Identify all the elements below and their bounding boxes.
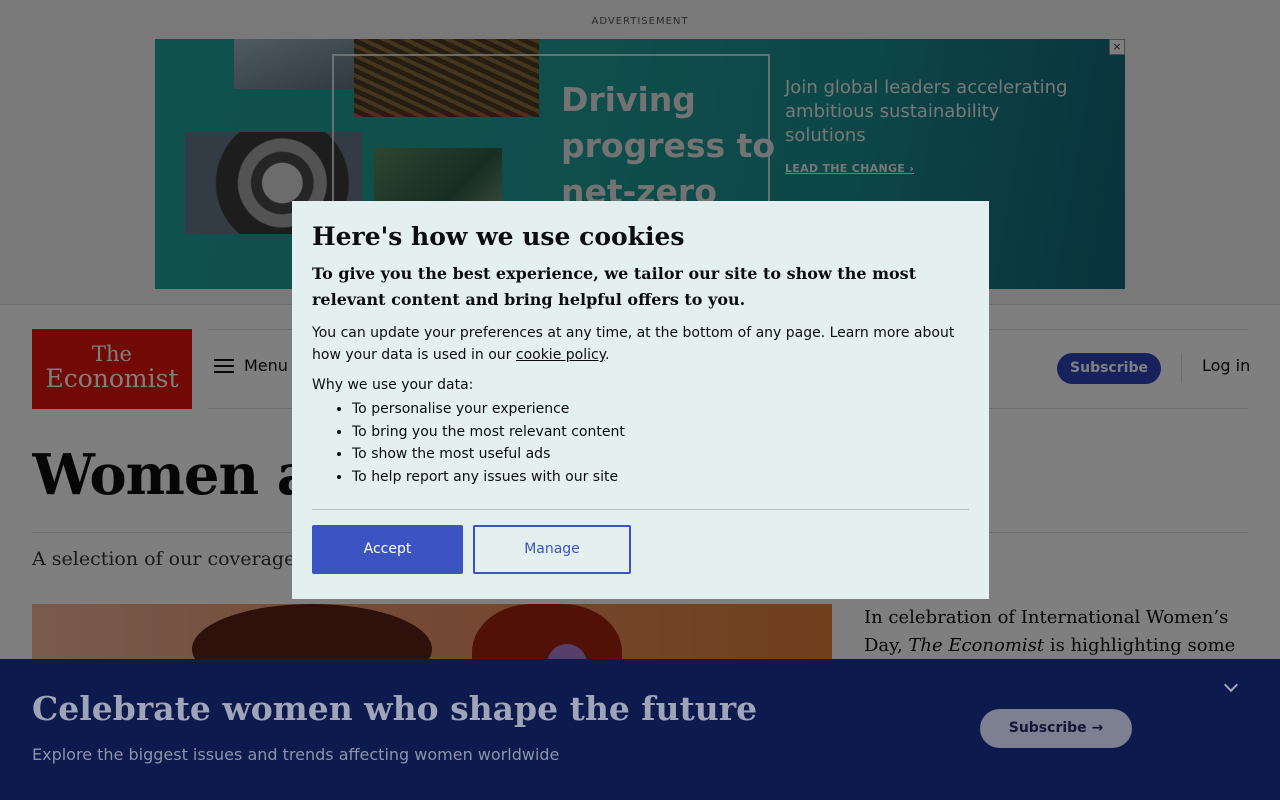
cookie-policy-link[interactable]: cookie policy <box>516 347 605 363</box>
cookie-divider <box>312 509 969 510</box>
cookie-reason: To show the most useful ads <box>352 443 969 466</box>
cookie-lead: To give you the best experience, we tail… <box>312 264 917 309</box>
cookie-why-title: Why we use your data: <box>312 377 474 393</box>
cookie-title: Here's how we use cookies <box>312 222 685 251</box>
chevron-down-icon[interactable] <box>1221 677 1243 699</box>
cookie-reasons-list: To personalise your experience To bring … <box>312 398 969 488</box>
cookie-reason: To personalise your experience <box>352 398 969 421</box>
promo-banner: Celebrate women who shape the future Exp… <box>0 659 1280 800</box>
cookie-body: You can update your preferences at any t… <box>312 325 955 363</box>
manage-button[interactable]: Manage <box>473 525 631 574</box>
promo-subtitle: Explore the biggest issues and trends af… <box>32 745 560 764</box>
accept-button[interactable]: Accept <box>312 525 463 574</box>
promo-subscribe-button[interactable]: Subscribe → <box>980 709 1132 748</box>
cookie-reason: To bring you the most relevant content <box>352 421 969 444</box>
cookie-reason: To help report any issues with our site <box>352 466 969 489</box>
cookie-dialog: Here's how we use cookies To give you th… <box>292 201 989 599</box>
promo-title: Celebrate women who shape the future <box>32 689 758 728</box>
